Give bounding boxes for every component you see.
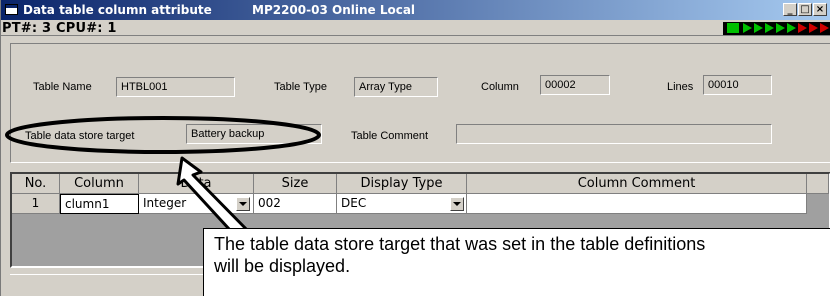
table-attributes-panel: Table Name HTBL001 Table Type Array Type… [10, 43, 830, 163]
table-type-label: Table Type [274, 81, 328, 93]
display-type-dropdown-icon[interactable] [450, 197, 464, 211]
display-type-value: DEC [341, 196, 367, 210]
pt-cpu-label: PT#: 3 CPU#: 1 [2, 21, 117, 36]
table-name-field[interactable]: HTBL001 [116, 77, 235, 97]
data-type-cell[interactable]: Integer [139, 194, 254, 214]
column-comment-cell[interactable] [467, 194, 807, 214]
window-title: Data table column attribute [23, 3, 212, 17]
arrow-icon [809, 23, 818, 33]
callout-line-1: The table data store target that was set… [214, 234, 706, 254]
table-type-field[interactable]: Array Type [354, 77, 438, 97]
callout-line-2: will be displayed. [214, 256, 351, 276]
size-cell[interactable]: 002 [254, 194, 337, 214]
header-display-type[interactable]: Display Type [337, 174, 467, 194]
store-target-field[interactable]: Battery backup [186, 124, 322, 144]
header-size[interactable]: Size [254, 174, 337, 194]
window-icon [5, 4, 18, 15]
column-name-cell[interactable]: clumn1 [60, 194, 139, 214]
arrow-icon [820, 23, 829, 33]
maximize-button[interactable]: □ [798, 3, 812, 16]
arrow-icon [787, 23, 796, 33]
arrow-icon [765, 23, 774, 33]
header-data[interactable]: Data [139, 174, 254, 194]
header-column[interactable]: Column [60, 174, 139, 194]
title-bar[interactable]: Data table column attribute MP2200-03 On… [1, 0, 830, 20]
table-name-label: Table Name [33, 81, 92, 93]
header-column-comment[interactable]: Column Comment [467, 174, 807, 194]
arrow-icon [798, 23, 807, 33]
table-comment-field[interactable] [456, 124, 772, 144]
annotation-callout: The table data store target that was set… [203, 228, 830, 296]
table-comment-label: Table Comment [351, 130, 429, 142]
row-number-cell[interactable]: 1 [12, 194, 60, 214]
arrow-icon [776, 23, 785, 33]
lines-label: Lines [667, 81, 694, 93]
divider [1, 35, 830, 36]
minimize-button[interactable]: _ [783, 3, 797, 16]
lines-field[interactable]: 00010 [703, 75, 772, 95]
connection-status: MP2200-03 Online Local [252, 3, 416, 17]
store-target-label: Table data store target [25, 130, 135, 142]
online-indicator [723, 22, 830, 35]
column-field[interactable]: 00002 [540, 75, 610, 95]
column-label: Column [481, 81, 519, 93]
display-type-cell[interactable]: DEC [337, 194, 467, 214]
header-no[interactable]: No. [12, 174, 60, 194]
data-type-dropdown-icon[interactable] [236, 197, 250, 211]
arrow-icon [743, 23, 752, 33]
arrow-icon [754, 23, 763, 33]
data-type-value: Integer [143, 196, 187, 210]
header-filler [807, 174, 829, 194]
close-button[interactable]: × [813, 3, 827, 16]
pc-icon [727, 23, 739, 33]
